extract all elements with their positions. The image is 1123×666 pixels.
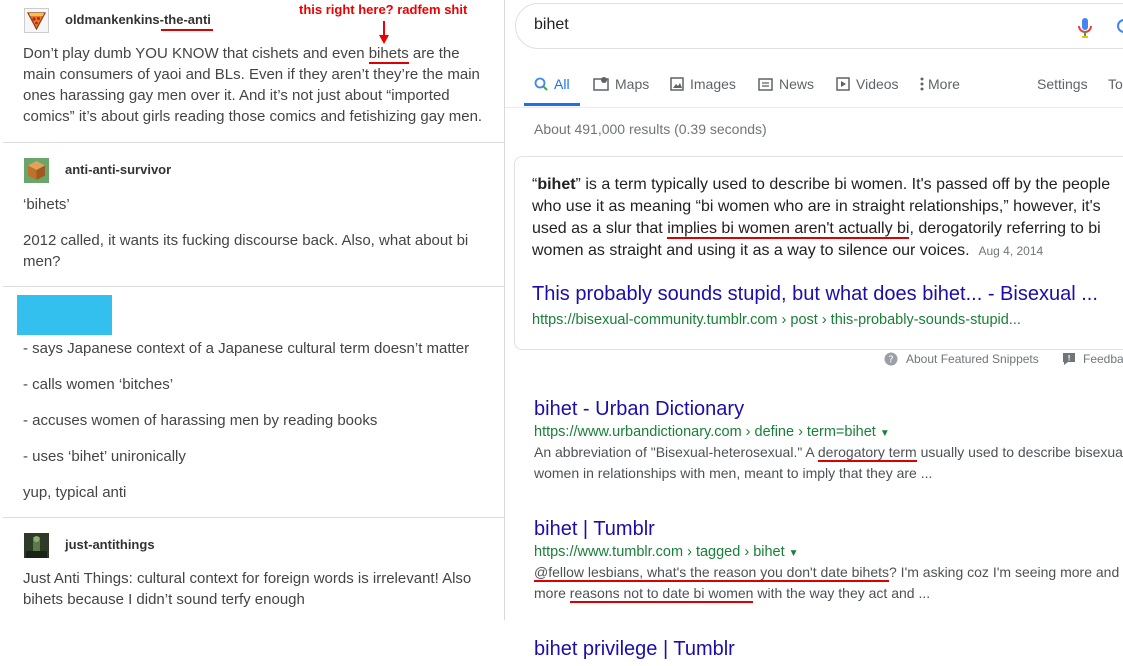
search-submit-icon[interactable] — [1116, 18, 1123, 38]
tab-news[interactable]: News — [758, 76, 814, 92]
post-body: Just Anti Things: cultural context for f… — [23, 570, 472, 608]
result-snippet-line-1: @fellow lesbians, what's the reason you … — [534, 564, 1120, 582]
tools-link[interactable]: Tools — [1108, 76, 1123, 92]
result-url[interactable]: https://www.tumblr.com › tagged › bihet … — [534, 544, 1123, 560]
post-line-1: - says Japanese context of a Japanese cu… — [23, 340, 470, 357]
settings-link[interactable]: Settings — [1037, 76, 1088, 92]
result-title-link[interactable]: bihet privilege | Tumblr — [534, 638, 1123, 661]
post-anti-anti-survivor: anti-anti-survivor ‘bihets’ 2012 called,… — [3, 143, 504, 287]
result-url[interactable]: https://www.urbandictionary.com › define… — [534, 424, 1123, 440]
search-result-tumblr: bihet | Tumblr https://www.tumblr.com › … — [534, 518, 1123, 604]
highlight-derogatory: derogatory term — [817, 444, 917, 462]
post-username[interactable]: oldmankenkins-the-anti — [65, 12, 211, 27]
map-icon — [593, 77, 609, 91]
tab-maps[interactable]: Maps — [593, 76, 649, 92]
about-featured-snippets[interactable]: ? About Featured Snippets — [884, 352, 1039, 366]
post-username[interactable]: just-antithings — [65, 537, 155, 552]
more-vert-icon — [920, 77, 924, 91]
svg-text:?: ? — [888, 355, 893, 366]
search-result-urban-dictionary: bihet - Urban Dictionary https://www.urb… — [534, 398, 1123, 484]
post-body: Don’t play dumb YOU KNOW that cishets an… — [23, 45, 483, 125]
active-tab-indicator — [524, 103, 580, 106]
news-icon — [758, 77, 773, 91]
search-box — [515, 3, 1123, 49]
tab-more[interactable]: More — [920, 76, 960, 92]
post-line-3: - accuses women of harassing men by read… — [23, 412, 378, 429]
post-username[interactable]: anti-anti-survivor — [65, 162, 171, 177]
cube-avatar-icon[interactable] — [24, 158, 49, 183]
result-snippet-line-2: women in relationships with men, meant t… — [534, 465, 933, 481]
video-icon — [836, 77, 850, 91]
post-line-5: yup, typical anti — [23, 484, 127, 501]
feedback-icon — [1063, 353, 1075, 365]
post-line-2: 2012 called, it wants its fucking discou… — [23, 232, 469, 270]
search-icon — [534, 77, 548, 91]
help-icon: ? — [884, 352, 898, 366]
highlight-bihets: bihets — [368, 45, 409, 64]
image-icon — [670, 77, 684, 91]
highlight-implies: implies bi women aren't actually bi — [667, 220, 910, 239]
tab-all[interactable]: All — [534, 76, 570, 92]
photo-avatar-icon[interactable] — [24, 533, 49, 558]
caret-down-icon[interactable]: ▼ — [880, 428, 890, 439]
result-title-link[interactable]: bihet - Urban Dictionary — [534, 398, 1123, 421]
redaction-box — [17, 295, 112, 335]
nav-divider — [505, 107, 1123, 108]
post-line-1: ‘bihets’ — [23, 196, 70, 213]
highlight-reasons: reasons not to date bi women — [569, 585, 754, 603]
username-suffix: the-anti — [163, 12, 211, 27]
snippet-text: “bihet” is a term typically used to desc… — [532, 176, 1111, 259]
highlight-fellow-lesbians: @fellow lesbians, what's the reason you … — [534, 564, 889, 582]
pizza-avatar-icon[interactable] — [24, 8, 49, 33]
result-snippet-line-1: An abbreviation of "Bisexual-heterosexua… — [534, 444, 1123, 462]
search-result-bihet-privilege: bihet privilege | Tumblr — [534, 638, 1123, 661]
featured-snippet: “bihet” is a term typically used to desc… — [514, 156, 1123, 350]
snippet-date: Aug 4, 2014 — [978, 244, 1044, 258]
google-results: All Maps Images News Videos More Setting… — [505, 0, 1123, 666]
post-redacted: - says Japanese context of a Japanese cu… — [3, 287, 504, 518]
tumblr-thread: oldmankenkins-the-anti this right here? … — [0, 0, 505, 666]
post-oldmankenkins: oldmankenkins-the-anti this right here? … — [3, 0, 504, 143]
post-line-4: - uses ‘bihet’ unironically — [23, 448, 186, 465]
result-stats: About 491,000 results (0.39 seconds) — [534, 121, 767, 137]
snippet-url[interactable]: https://bisexual-community.tumblr.com › … — [532, 312, 1021, 328]
result-snippet-line-2: more reasons not to date bi women with t… — [534, 585, 931, 603]
post-just-antithings: just-antithings Just Anti Things: cultur… — [3, 518, 504, 620]
annotation-text: this right here? radfem shit — [299, 2, 468, 17]
search-input[interactable] — [534, 16, 1034, 34]
feedback-link[interactable]: Feedback — [1063, 352, 1123, 366]
post-line-2: - calls women ‘bitches’ — [23, 376, 174, 393]
caret-down-icon[interactable]: ▼ — [789, 548, 799, 559]
microphone-icon[interactable] — [1077, 17, 1093, 39]
tab-videos[interactable]: Videos — [836, 76, 899, 92]
tab-images[interactable]: Images — [670, 76, 736, 92]
snippet-title-link[interactable]: This probably sounds stupid, but what do… — [532, 283, 1098, 306]
red-underline — [161, 29, 213, 31]
result-title-link[interactable]: bihet | Tumblr — [534, 518, 1123, 541]
